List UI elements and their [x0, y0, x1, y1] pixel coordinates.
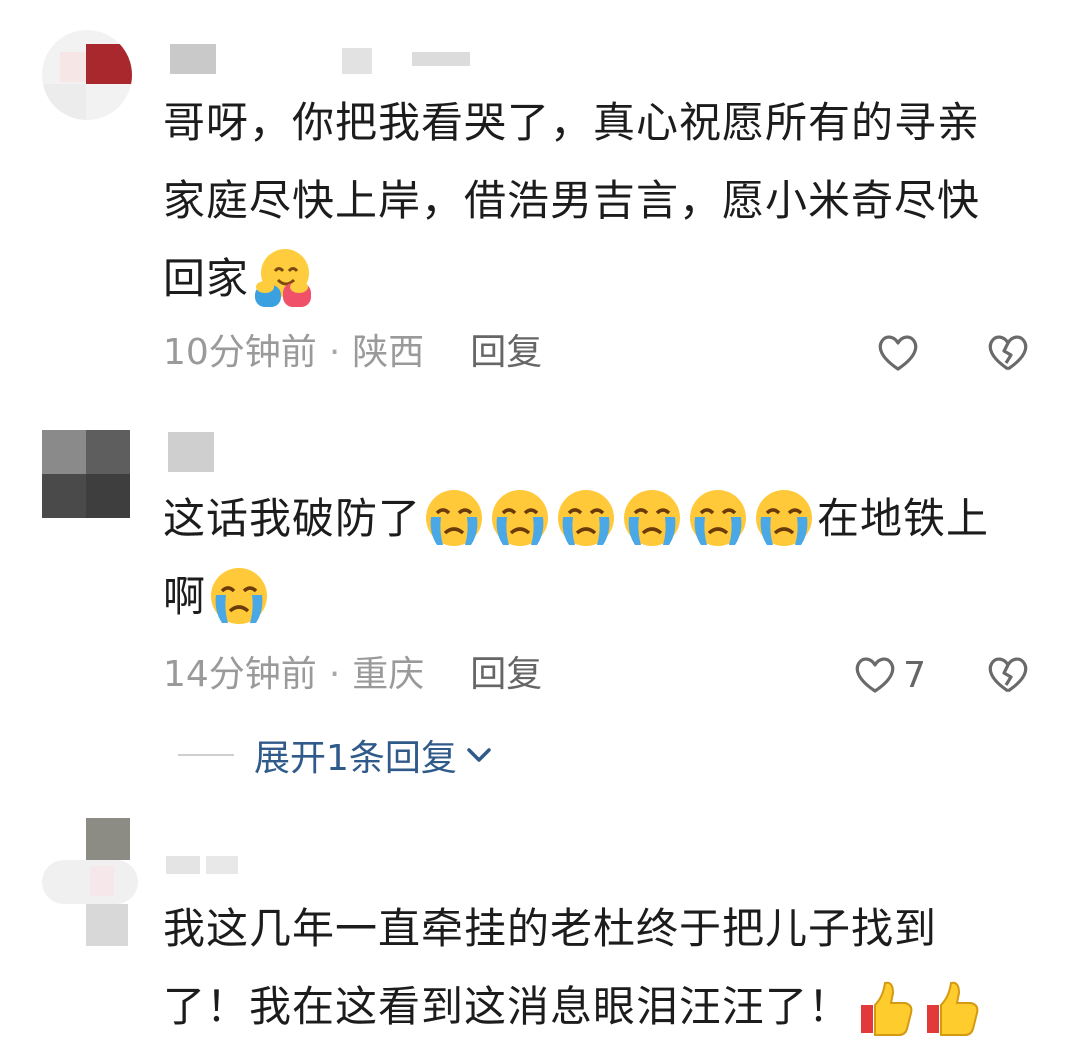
loudly-crying-face-icon [208, 565, 270, 627]
reply-button[interactable]: 回复 [470, 328, 542, 378]
comment-line: 回家 [163, 254, 250, 303]
timestamp: 14分钟前 [163, 654, 317, 695]
comment-line: 哥呀，你把我看哭了，真心祝愿所有的寻亲 [163, 98, 981, 147]
heart-icon [876, 333, 920, 373]
crying-emoji-row [421, 489, 817, 546]
divider [178, 754, 234, 756]
comment-actions: 7 [853, 650, 1030, 700]
heart-icon [853, 655, 897, 695]
location: 重庆 [352, 654, 425, 695]
comment-text: 这话我破防了 在地铁上 啊 [163, 480, 1033, 636]
dislike-button[interactable] [986, 333, 1030, 373]
comment-line: 这话我破防了 [163, 494, 422, 543]
comment-line: 我这几年一直牵挂的老杜终于把儿子找到 [163, 904, 938, 953]
comment-text: 我这几年一直牵挂的老杜终于把儿子找到 了！我在这看到这消息眼泪汪汪了！ [163, 890, 1033, 1046]
like-button[interactable]: 7 [853, 655, 926, 696]
comment-actions [876, 328, 1030, 378]
hugging-face-icon [251, 247, 313, 309]
broken-heart-icon [986, 333, 1030, 373]
broken-heart-icon [986, 655, 1030, 695]
loudly-crying-face-icon [555, 487, 617, 549]
loudly-crying-face-icon [423, 487, 485, 549]
location: 陕西 [352, 332, 425, 373]
loudly-crying-face-icon [687, 487, 749, 549]
loudly-crying-face-icon [753, 487, 815, 549]
comment-line: 了！我在这看到这消息眼泪汪汪了！ [163, 982, 852, 1031]
avatar[interactable] [42, 818, 138, 946]
like-button[interactable] [876, 333, 926, 373]
loudly-crying-face-icon [489, 487, 551, 549]
username-blurred[interactable] [168, 432, 228, 476]
username-blurred[interactable] [166, 852, 246, 878]
dislike-button[interactable] [986, 655, 1030, 695]
chevron-down-icon [465, 745, 493, 765]
loudly-crying-face-icon [621, 487, 683, 549]
thumbs-up-icon [919, 975, 981, 1037]
username-blurred[interactable] [170, 42, 470, 76]
thumbs-up-icon [853, 975, 915, 1037]
separator: · [328, 332, 341, 373]
timestamp: 10分钟前 [163, 332, 317, 373]
like-count: 7 [903, 654, 926, 696]
comment-text: 哥呀，你把我看哭了，真心祝愿所有的寻亲 家庭尽快上岸，借浩男吉言，愿小米奇尽快 … [163, 84, 1033, 318]
avatar[interactable] [42, 30, 132, 120]
comment-line: 在地铁上 [817, 494, 990, 543]
comment-meta: 14分钟前 · 重庆 回复 [163, 650, 542, 700]
comment-meta: 10分钟前 · 陕西 回复 [163, 328, 542, 378]
reply-button[interactable]: 回复 [470, 650, 542, 700]
avatar[interactable] [42, 430, 130, 518]
comment-line: 啊 [163, 572, 207, 621]
separator: · [328, 654, 341, 695]
expand-replies-button[interactable]: 展开1条回复 [178, 730, 493, 780]
comment-line: 家庭尽快上岸，借浩男吉言，愿小米奇尽快 [163, 176, 981, 225]
expand-replies-label: 展开1条回复 [254, 738, 457, 779]
